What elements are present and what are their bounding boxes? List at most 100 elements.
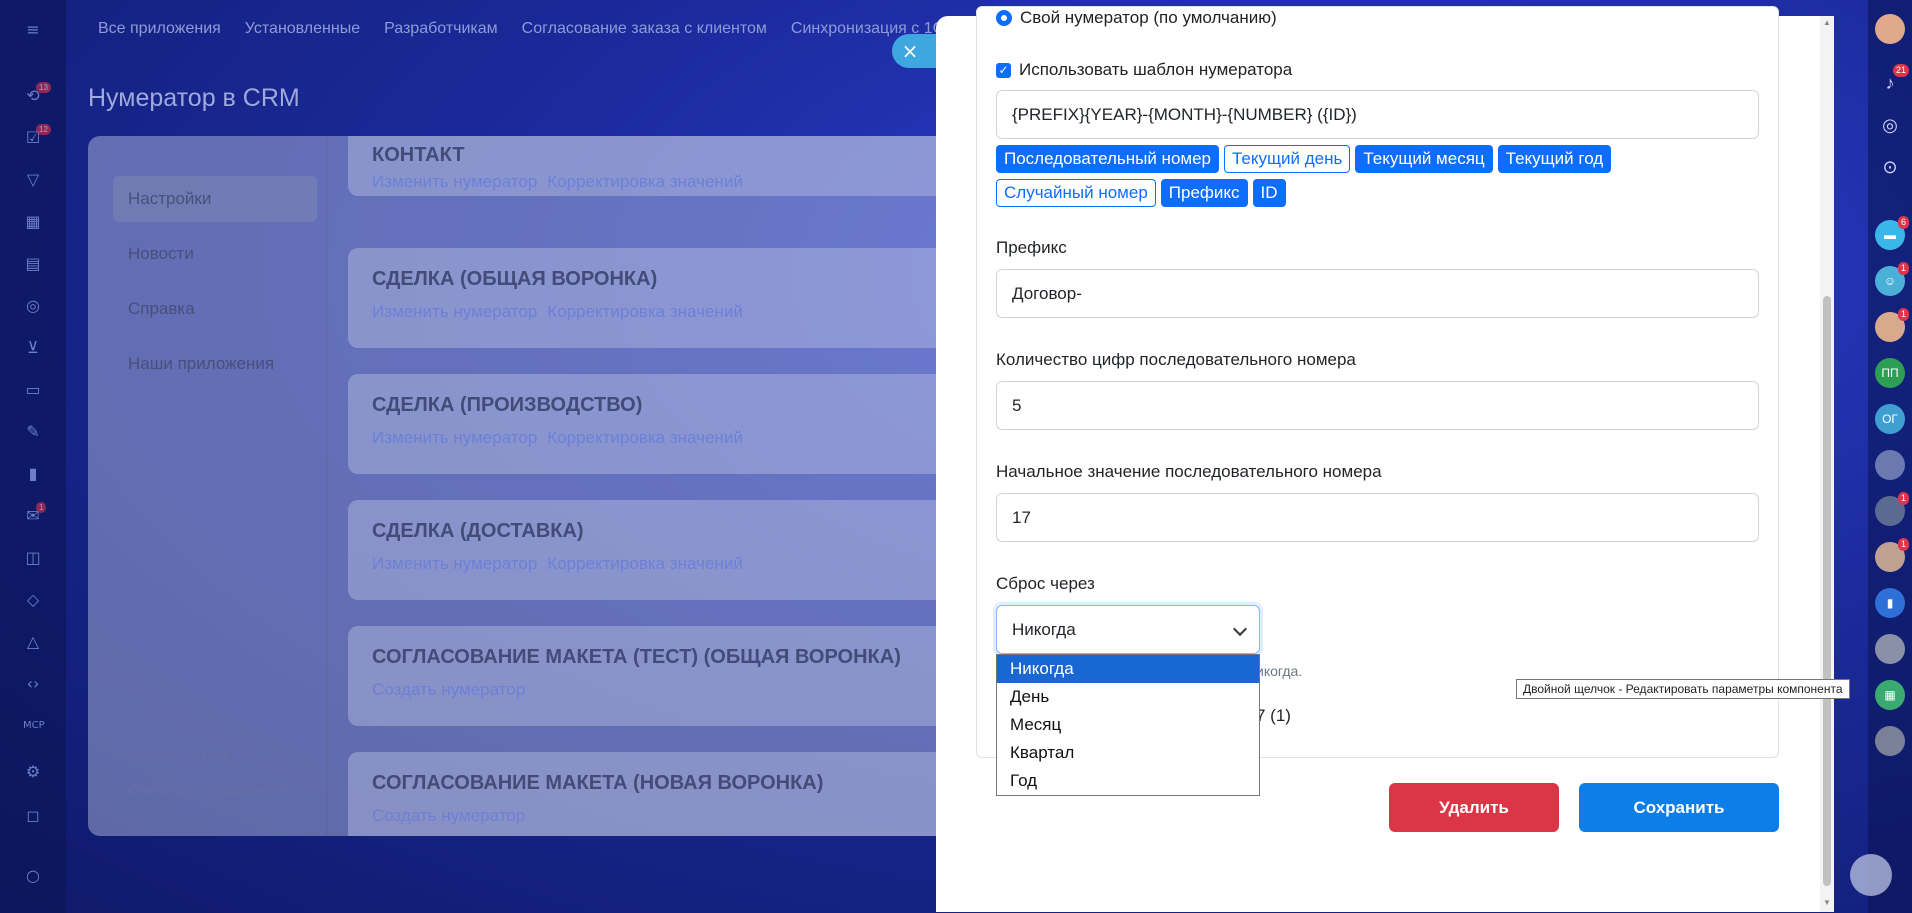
topnav-installed[interactable]: Установленные <box>245 20 360 38</box>
sign-icon[interactable]: ✎ <box>23 422 43 442</box>
scroll-down-icon[interactable]: ▼ <box>1822 898 1832 908</box>
side-item-our-apps[interactable]: Наши приложения <box>113 341 317 387</box>
adjust-values-link[interactable]: Корректировка значений <box>547 302 743 321</box>
menu-icon[interactable]: ≡ <box>23 20 43 40</box>
option-year[interactable]: Год <box>997 767 1259 795</box>
create-numerator-link[interactable]: Создать нумератор <box>372 806 525 825</box>
code-icon[interactable]: ‹› <box>23 674 43 694</box>
contact-avatar[interactable]: 1 <box>1875 492 1909 526</box>
contact-avatar[interactable] <box>1875 450 1905 480</box>
contact-avatar[interactable]: 1 <box>1875 538 1909 572</box>
entity-title: СДЕЛКА (ПРОИЗВОДСТВО) <box>372 394 643 416</box>
contact-avatar[interactable] <box>1875 634 1905 664</box>
app-content-card: Настройки Новости Справка Наши приложени… <box>88 136 988 836</box>
tag-sequential-number[interactable]: Последовательный номер <box>996 145 1219 173</box>
change-numerator-link[interactable]: Изменить нумератор <box>372 554 537 573</box>
delete-button[interactable]: Удалить <box>1389 783 1559 832</box>
checkbox-checked-icon[interactable]: ✓ <box>996 62 1011 78</box>
adjust-values-link[interactable]: Корректировка значений <box>547 428 743 447</box>
entity-links: Создать нумератор <box>372 806 535 826</box>
tag-current-year[interactable]: Текущий год <box>1497 145 1612 173</box>
tag-id[interactable]: ID <box>1252 179 1286 207</box>
topnav-all-apps[interactable]: Все приложения <box>98 20 221 38</box>
reset-select[interactable]: Никогда <box>996 605 1260 654</box>
copilot-icon[interactable]: ◎ <box>1875 110 1905 140</box>
contact-badge: 1 <box>1897 492 1909 505</box>
page-title: Нумератор в CRM <box>88 84 300 112</box>
chat-icon[interactable]: ▬ 6 <box>1875 216 1909 250</box>
use-template-option[interactable]: ✓ Использовать шаблон нумератора <box>996 60 1292 80</box>
adjust-values-link[interactable]: Корректировка значений <box>547 554 743 573</box>
scrollbar[interactable]: ▲ ▼ <box>1820 16 1834 912</box>
entity-card: СДЕЛКА (ДОСТАВКА) Изменить нумератор Корр… <box>348 500 988 600</box>
option-month[interactable]: Месяц <box>997 711 1259 739</box>
save-button[interactable]: Сохранить <box>1579 783 1779 832</box>
bookmark-icon[interactable]: ▮ <box>1875 588 1905 618</box>
digits-input[interactable]: 5 <box>996 381 1759 430</box>
reset-label: Сброс через <box>996 574 1095 593</box>
funnel-icon[interactable]: ▽ <box>23 170 43 190</box>
create-numerator-link[interactable]: Создать нумератор <box>372 680 525 699</box>
entity-links: Создать нумератор <box>372 680 535 700</box>
search-icon[interactable]: ⊙ <box>1875 152 1905 182</box>
chevron-down-icon <box>1232 621 1248 637</box>
topnav-order-approval[interactable]: Согласование заказа с клиентом <box>522 20 767 38</box>
contact-avatar[interactable]: 1 <box>1875 308 1909 342</box>
side-item-settings[interactable]: Настройки <box>113 176 317 222</box>
settings-icon[interactable]: ⚙ <box>23 762 43 782</box>
robot-icon[interactable]: ◫ <box>23 548 43 568</box>
topnav-developers[interactable]: Разработчикам <box>384 20 498 38</box>
bell-icon[interactable]: ♪ 21 <box>1875 64 1909 98</box>
chat-fab-icon[interactable] <box>1850 854 1892 896</box>
change-numerator-link[interactable]: Изменить нумератор <box>372 172 537 191</box>
adjust-values-link[interactable]: Корректировка значений <box>547 172 743 191</box>
tag-random-number[interactable]: Случайный номер <box>996 179 1156 207</box>
contact-avatar-pp[interactable]: ПП <box>1875 358 1905 388</box>
start-value-input[interactable]: 17 <box>996 493 1759 542</box>
option-day[interactable]: День <box>997 683 1259 711</box>
entity-title: СДЕЛКА (ДОСТАВКА) <box>372 520 584 542</box>
chat-badge: 6 <box>1897 216 1909 229</box>
scroll-up-icon[interactable]: ▲ <box>1822 18 1832 28</box>
option-quarter[interactable]: Квартал <box>997 739 1259 767</box>
change-numerator-link[interactable]: Изменить нумератор <box>372 428 537 447</box>
entity-links: Изменить нумератор Корректировка значений <box>372 428 753 448</box>
apps-icon[interactable]: ◻ <box>23 806 43 826</box>
mail-badge: 1 <box>36 502 47 513</box>
group-icon[interactable]: ▦ <box>1875 680 1905 710</box>
prefix-input[interactable]: Договор- <box>996 269 1759 318</box>
mcp-icon[interactable]: MCP <box>23 716 45 736</box>
user-avatar[interactable] <box>1875 14 1905 44</box>
close-icon[interactable]: × <box>892 34 936 68</box>
cart-icon[interactable]: ⊻ <box>23 338 43 358</box>
component-tooltip: Двойной щелчок - Редактировать параметры… <box>1516 679 1850 699</box>
side-item-help[interactable]: Справка <box>113 286 317 332</box>
template-input[interactable]: {PREFIX}{YEAR}-{MONTH}-{NUMBER} ({ID}) <box>996 90 1759 139</box>
entity-title: СОГЛАСОВАНИЕ МАКЕТА (ТЕСТ) (ОБЩАЯ ВОРОНК… <box>372 646 901 668</box>
contact-avatar-og[interactable]: ОГ <box>1875 404 1905 434</box>
change-numerator-link[interactable]: Изменить нумератор <box>372 302 537 321</box>
tag-current-day[interactable]: Текущий день <box>1224 145 1351 173</box>
leave-feedback-link[interactable]: Оставить отзыв <box>128 748 231 764</box>
calendar-icon[interactable]: ▦ <box>23 212 43 232</box>
option-never[interactable]: Никогда <box>997 655 1259 683</box>
side-item-news[interactable]: Новости <box>113 231 317 277</box>
reset-select-value: Никогда <box>1012 620 1076 639</box>
contact-support-link[interactable]: Связаться с поддержкой <box>128 781 288 797</box>
entity-card: СОГЛАСОВАНИЕ МАКЕТА (ТЕСТ) (ОБЩАЯ ВОРОНК… <box>348 626 988 726</box>
box-icon[interactable]: ◇ <box>23 590 43 610</box>
start-value-label: Начальное значение последовательного ном… <box>996 462 1382 481</box>
radio-icon[interactable] <box>996 10 1012 26</box>
scrollbar-thumb[interactable] <box>1823 296 1831 886</box>
sites-icon[interactable]: △ <box>23 632 43 652</box>
bot-icon[interactable]: ☺ 1 <box>1875 262 1909 296</box>
store-icon[interactable]: ▤ <box>23 254 43 274</box>
tag-prefix[interactable]: Префикс <box>1160 179 1248 207</box>
tag-current-month[interactable]: Текущий месяц <box>1355 145 1493 173</box>
own-numerator-option[interactable]: Свой нумератор (по умолчанию) <box>996 8 1277 28</box>
help-icon[interactable]: ○ <box>23 866 43 886</box>
contact-avatar[interactable] <box>1875 726 1905 756</box>
target-icon[interactable]: ◎ <box>23 296 43 316</box>
document-icon[interactable]: ▭ <box>23 380 43 400</box>
analytics-icon[interactable]: ▮ <box>23 464 43 484</box>
